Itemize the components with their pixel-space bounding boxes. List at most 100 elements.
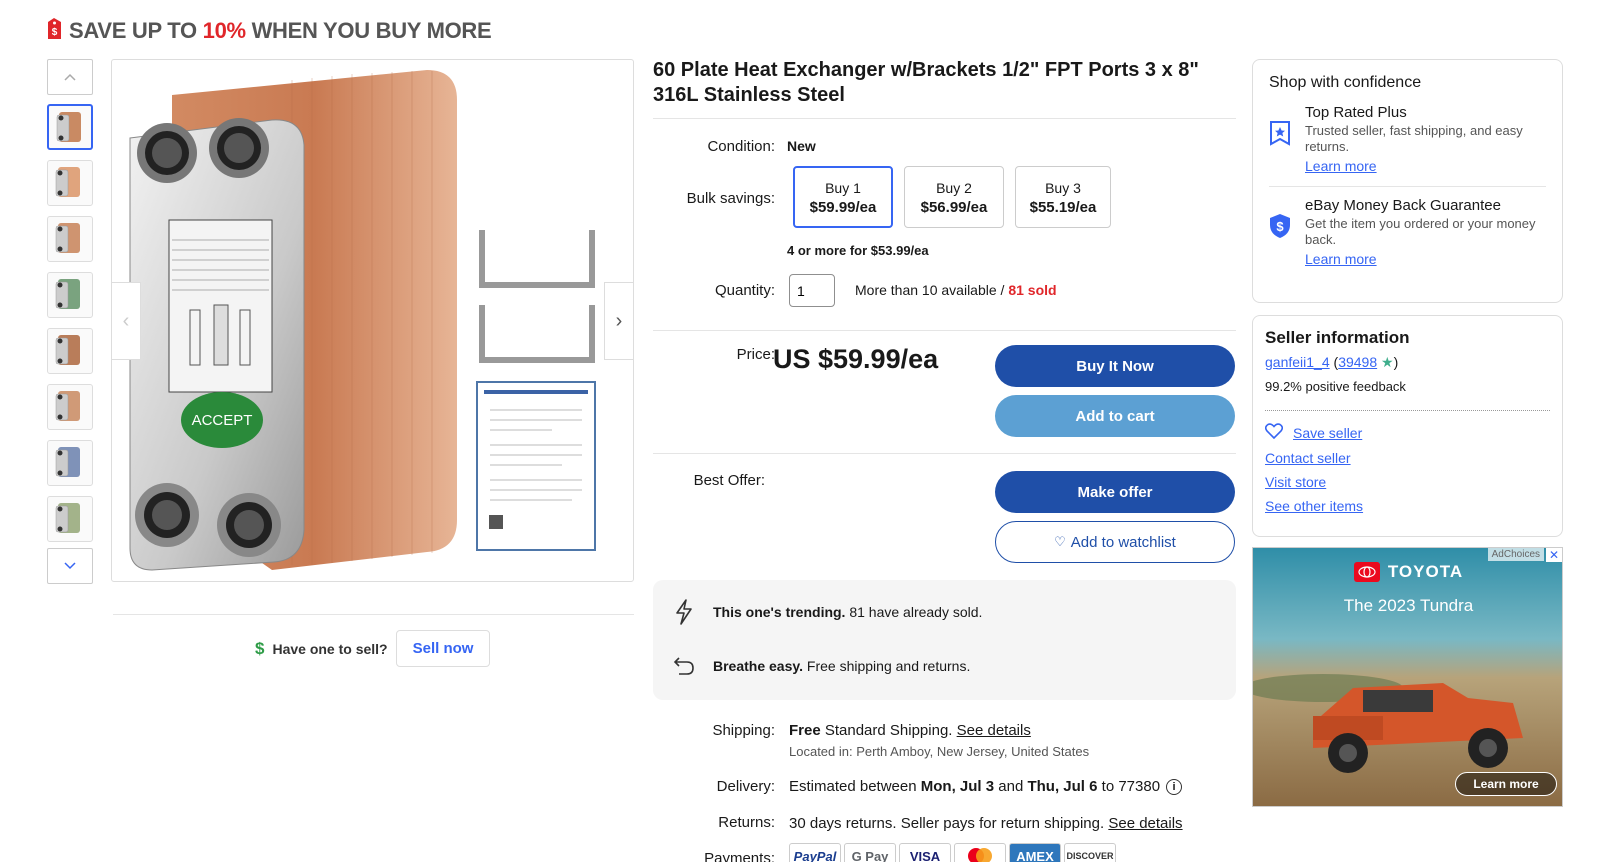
delivery-value: Estimated between Mon, Jul 3 and Thu, Ju… bbox=[789, 778, 1183, 795]
toyota-tundra-ad-image bbox=[1253, 548, 1562, 806]
divider bbox=[1265, 410, 1550, 411]
returns-value: 30 days returns. Seller pays for return … bbox=[789, 815, 1183, 832]
payment-method-badge: DISCOVER bbox=[1064, 843, 1116, 862]
add-to-watchlist-button[interactable]: ♡ Add to watchlist bbox=[995, 521, 1235, 563]
contact-seller-link[interactable]: Contact seller bbox=[1265, 450, 1351, 466]
sold-count: 81 sold bbox=[1008, 282, 1057, 298]
thumbnail[interactable] bbox=[47, 160, 93, 206]
svg-text:$: $ bbox=[52, 27, 58, 38]
bulk-option[interactable]: Buy 3 $55.19/ea bbox=[1015, 166, 1111, 228]
shipping-label: Shipping: bbox=[712, 722, 775, 739]
divider bbox=[653, 453, 1236, 454]
main-product-image[interactable]: ACCEPT bbox=[111, 59, 634, 582]
advertisement[interactable]: AdChoices ✕ TOYOTA The 2023 Tundra Learn… bbox=[1252, 547, 1563, 807]
image-prev-button[interactable]: ‹ bbox=[111, 282, 141, 360]
seller-score-link[interactable]: 39498 bbox=[1338, 354, 1377, 370]
visit-store-link[interactable]: Visit store bbox=[1265, 474, 1326, 490]
bulk-savings-label: Bulk savings: bbox=[686, 190, 775, 207]
save-seller-row[interactable]: Save seller bbox=[1264, 423, 1550, 442]
star-badge-icon bbox=[1269, 120, 1291, 146]
chevron-up-icon bbox=[64, 68, 76, 86]
seller-name-link[interactable]: ganfeii1_4 bbox=[1265, 354, 1330, 370]
bulk-option-price: $55.19/ea bbox=[1029, 199, 1097, 216]
sell-now-button[interactable]: Sell now bbox=[395, 630, 491, 667]
shop-with-confidence-card: Shop with confidence Top Rated Plus Trus… bbox=[1252, 59, 1563, 303]
confidence-item-top-rated: Top Rated Plus Trusted seller, fast ship… bbox=[1269, 104, 1546, 176]
promo-percent: 10% bbox=[202, 18, 246, 43]
confidence-item-money-back: $ eBay Money Back Guarantee Get the item… bbox=[1269, 197, 1546, 269]
svg-text:$: $ bbox=[1276, 219, 1284, 234]
highlight-returns: Breathe easy. Free shipping and returns. bbox=[669, 651, 970, 681]
bulk-option-qty: Buy 3 bbox=[1045, 180, 1081, 196]
info-icon[interactable]: i bbox=[1166, 778, 1183, 795]
condition-value: New bbox=[787, 138, 816, 154]
chevron-left-icon: ‹ bbox=[122, 309, 130, 332]
confidence-heading: eBay Money Back Guarantee bbox=[1305, 197, 1501, 214]
svg-text:ACCEPT: ACCEPT bbox=[192, 412, 253, 429]
watchlist-label: Add to watchlist bbox=[1070, 533, 1176, 551]
add-to-cart-button[interactable]: Add to cart bbox=[995, 395, 1235, 437]
sell-prompt: Have one to sell? bbox=[272, 640, 388, 657]
bulk-option[interactable]: Buy 1 $59.99/ea bbox=[793, 166, 893, 228]
payment-method-badge bbox=[954, 843, 1006, 862]
chevron-down-icon bbox=[64, 557, 76, 575]
seller-feedback: 99.2% positive feedback bbox=[1265, 379, 1406, 394]
ad-headline: The 2023 Tundra bbox=[1343, 596, 1474, 615]
thumbnail[interactable] bbox=[47, 216, 93, 262]
heart-icon bbox=[1264, 423, 1284, 442]
ad-learn-more-button[interactable]: Learn more bbox=[1455, 772, 1557, 796]
seller-star-icon: ★ bbox=[1377, 354, 1394, 370]
divider bbox=[653, 330, 1236, 331]
ad-brand: TOYOTA bbox=[1253, 562, 1562, 582]
learn-more-link[interactable]: Learn more bbox=[1305, 158, 1377, 174]
seller-identity: ganfeii1_4 (39498 ★) bbox=[1265, 354, 1399, 370]
delivery-label: Delivery: bbox=[716, 778, 775, 795]
learn-more-link[interactable]: Learn more bbox=[1305, 251, 1377, 267]
confidence-desc: Trusted seller, fast shipping, and easy … bbox=[1305, 123, 1523, 154]
promo-text: SAVE UP TO 10% WHEN YOU BUY MORE bbox=[69, 18, 492, 43]
shipping-see-details-link[interactable]: See details bbox=[957, 722, 1031, 739]
thumbnail[interactable] bbox=[47, 328, 93, 374]
bulk-option[interactable]: Buy 2 $56.99/ea bbox=[904, 166, 1004, 228]
close-icon[interactable]: ✕ bbox=[1546, 548, 1562, 562]
price-label: Price: bbox=[736, 346, 775, 363]
dollar-icon: $ bbox=[255, 638, 265, 658]
quantity-label: Quantity: bbox=[714, 282, 775, 299]
toyota-logo-icon bbox=[1353, 562, 1380, 582]
thumbnail[interactable] bbox=[47, 384, 93, 430]
confidence-title: Shop with confidence bbox=[1269, 74, 1422, 91]
adchoices-label[interactable]: AdChoices bbox=[1487, 548, 1544, 561]
save-seller-link[interactable]: Save seller bbox=[1293, 425, 1362, 441]
shipping-location: Located in: Perth Amboy, New Jersey, Uni… bbox=[789, 744, 1090, 759]
mastercard-icon bbox=[968, 848, 992, 862]
thumbnail[interactable] bbox=[47, 440, 93, 486]
make-offer-button[interactable]: Make offer bbox=[995, 471, 1235, 513]
chevron-right-icon: › bbox=[615, 309, 623, 332]
best-offer-label: Best Offer: bbox=[693, 472, 765, 489]
payment-method-badge: PayPal bbox=[789, 843, 841, 862]
shipping-value: Free Standard Shipping. See details bbox=[789, 722, 1031, 739]
see-other-items-link[interactable]: See other items bbox=[1265, 498, 1363, 514]
payment-method-badge: AMEX bbox=[1009, 843, 1061, 862]
price-tag-icon: $ bbox=[46, 17, 63, 45]
dollar-shield-icon: $ bbox=[1269, 213, 1291, 239]
price-value: US $59.99/ea bbox=[773, 344, 939, 374]
payment-method-badge: VISA bbox=[899, 843, 951, 862]
highlight-trending: This one's trending. 81 have already sol… bbox=[669, 597, 982, 627]
thumbnail[interactable] bbox=[47, 272, 93, 318]
sell-divider bbox=[113, 614, 634, 615]
returns-see-details-link[interactable]: See details bbox=[1108, 815, 1182, 832]
buy-it-now-button[interactable]: Buy It Now bbox=[995, 345, 1235, 387]
promo-banner: $ SAVE UP TO 10% WHEN YOU BUY MORE bbox=[46, 16, 492, 46]
thumbnail[interactable] bbox=[47, 496, 93, 542]
thumbnail[interactable] bbox=[47, 104, 93, 150]
image-next-button[interactable]: › bbox=[604, 282, 634, 360]
returns-label: Returns: bbox=[718, 814, 775, 831]
sell-row: $ Have one to sell? Sell now bbox=[255, 630, 491, 667]
thumbnails-up-button[interactable] bbox=[47, 59, 93, 95]
confidence-heading: Top Rated Plus bbox=[1305, 104, 1407, 121]
quantity-input[interactable] bbox=[789, 274, 835, 307]
bulk-option-price: $59.99/ea bbox=[809, 199, 877, 216]
thumbnails-down-button[interactable] bbox=[47, 548, 93, 584]
divider bbox=[1269, 186, 1546, 187]
